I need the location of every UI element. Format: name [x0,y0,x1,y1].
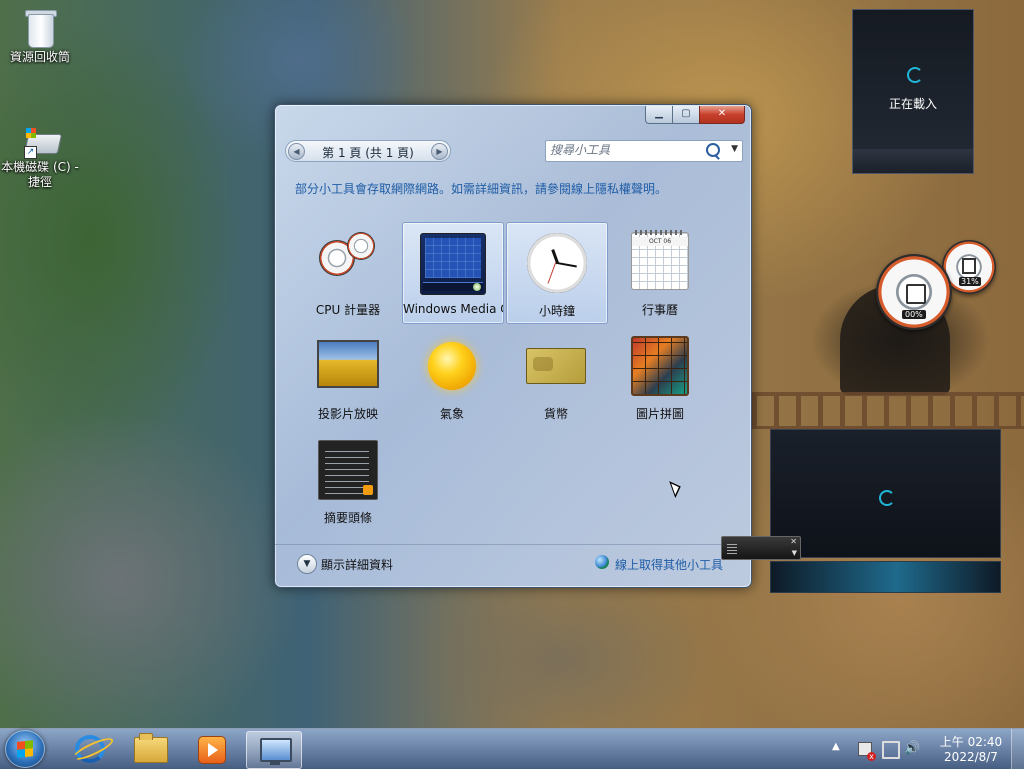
slide-show-icon [317,340,379,388]
system-tray: ▲ 🔊 上午 02:40 2022/8/7 [828,729,1024,769]
clock-icon [527,233,587,293]
show-desktop-button[interactable] [1011,729,1024,769]
taskbar-file-explorer[interactable] [124,731,178,767]
gadget-search-input[interactable] [550,142,706,158]
hard-drive-icon: ↗ [20,126,63,159]
gadget-currency[interactable]: 貨幣 [506,326,606,426]
weather-sun-icon [428,342,476,390]
currency-icon [526,348,586,384]
loading-text: 正在載入 [888,97,937,111]
clock-time[interactable]: 上午 02:40 [936,733,1006,750]
gadget-calendar[interactable]: OCT 06 行事曆 [610,222,710,322]
media-player-icon [198,736,226,764]
show-details-button[interactable]: 顯示詳細資料 [321,556,393,573]
recycle-bin-icon [25,8,57,48]
page-navigator: ◀ 第 1 頁 (共 1 頁) ▶ [285,140,451,162]
page-indicator: 第 1 頁 (共 1 頁) [322,146,414,160]
search-icon[interactable] [706,143,720,157]
window-caption-buttons: ▁ ▢ ✕ [645,106,745,124]
action-center-flag-icon[interactable] [858,742,876,761]
gadget-drag-handle[interactable]: ✕ ▼ [721,536,801,560]
media-center-icon [420,233,486,295]
network-icon[interactable] [882,741,900,759]
loading-spinner-icon [879,490,895,506]
clock-date[interactable]: 2022/8/7 [936,750,1006,764]
recycle-bin-label: 資源回收筒 [9,50,70,64]
gadget-options-icon[interactable]: ▼ [792,550,797,557]
loading-gadget[interactable]: 正在載入 [852,9,974,174]
cpu-chip-icon [906,284,926,304]
cpu-meter-icon [317,232,379,278]
recycle-bin-shortcut[interactable]: 資源回收筒 [0,8,80,65]
internet-explorer-icon [75,735,105,763]
gadget-label: 小時鐘 [538,304,575,318]
loading-gadget-large[interactable] [770,429,1001,558]
get-more-gadgets-link[interactable]: 線上取得其他小工具 [615,556,723,573]
privacy-notice-link[interactable]: 部分小工具會存取網際網路。如需詳細資訊，請參閱線上隱私權聲明。 [295,180,667,197]
gadget-label: 貨幣 [543,407,568,421]
gadget-search-box: ▼ [545,140,743,162]
gallery-footer: ▼ 顯示詳細資料 線上取得其他小工具 [275,544,751,587]
gadget-clock[interactable]: 小時鐘 [506,222,608,324]
gadget-windows-media-center[interactable]: Windows Media Center [402,222,504,324]
taskbar-media-player[interactable] [184,731,238,767]
next-page-button[interactable]: ▶ [431,143,448,160]
local-disk-shortcut[interactable]: ↗ 本機磁碟 (C) - 捷徑 [0,126,80,190]
gadget-slide-show[interactable]: 投影片放映 [298,326,398,426]
wallpaper-railing [752,392,1024,429]
gadget-label: 氣象 [439,407,464,421]
cpu-percent: 00% [902,310,926,319]
feed-headlines-icon [318,440,378,500]
desktop: 資源回收筒 ↗ 本機磁碟 (C) - 捷徑 ▁ ▢ ✕ ◀ 第 1 頁 (共 1… [0,0,1024,728]
close-button[interactable]: ✕ [699,106,745,124]
picture-puzzle-icon [631,336,689,396]
taskbar: ▲ 🔊 上午 02:40 2022/8/7 [0,728,1024,769]
maximize-button[interactable]: ▢ [673,106,699,124]
drag-grip-icon[interactable] [727,542,737,554]
gadget-bottom-bar [853,149,973,173]
gadget-strip [770,561,1001,593]
gadget-label: Windows Media Center [403,302,503,316]
cpu-meter-dial[interactable]: 00% [876,254,952,330]
windows-logo-icon [17,740,33,758]
minimize-button[interactable]: ▁ [645,106,673,124]
memory-percent: 31% [959,277,981,286]
gadget-picture-puzzle[interactable]: 圖片拼圖 [610,326,710,426]
gadgets-icon [260,738,292,765]
memory-chip-icon [962,258,976,274]
previous-page-button[interactable]: ◀ [288,143,305,160]
gadget-label: 圖片拼圖 [635,407,684,421]
gadget-gallery-window: ▁ ▢ ✕ ◀ 第 1 頁 (共 1 頁) ▶ ▼ 部分小工具會存取網際網路。如… [274,104,752,588]
expand-details-icon[interactable]: ▼ [297,554,317,574]
taskbar-gadget-gallery[interactable] [246,731,302,769]
gadget-cpu-meter[interactable]: CPU 計量器 [298,222,398,322]
gadget-label: 投影片放映 [317,407,378,421]
gadget-label: 行事曆 [641,303,678,317]
search-dropdown-icon[interactable]: ▼ [731,144,738,154]
loading-spinner-icon [907,67,923,83]
show-hidden-icons-icon[interactable]: ▲ [832,741,840,752]
gadget-label: 摘要頭條 [323,511,372,525]
close-gadget-icon[interactable]: ✕ [790,538,797,546]
calendar-icon: OCT 06 [631,230,689,290]
folder-icon [134,733,168,763]
gadget-weather[interactable]: 氣象 [402,326,502,426]
start-button[interactable] [5,730,45,768]
local-disk-label: 本機磁碟 (C) - 捷徑 [1,160,79,189]
gadget-feed-headlines[interactable]: 摘要頭條 [298,430,398,530]
gadget-label: CPU 計量器 [315,303,381,317]
globe-icon [595,555,609,569]
rss-icon [363,485,373,495]
taskbar-internet-explorer[interactable] [64,731,118,767]
volume-icon[interactable]: 🔊 [904,742,920,755]
calendar-month-text: OCT 06 [632,237,688,246]
